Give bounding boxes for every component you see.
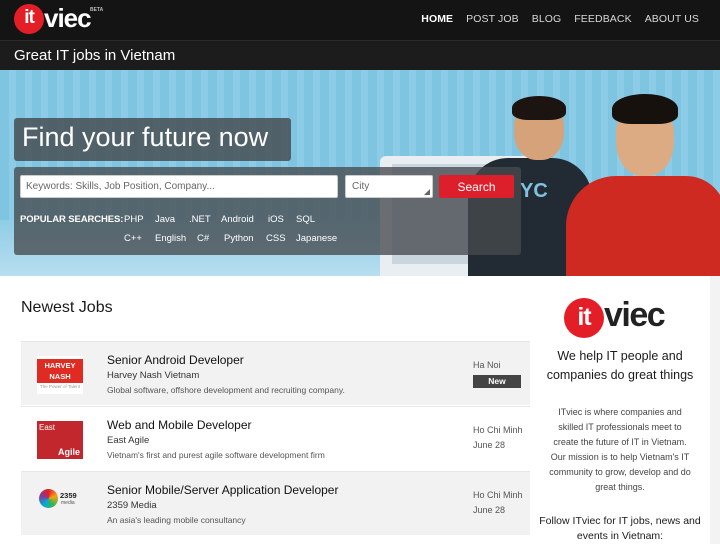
logo-text-line: Agile (57, 447, 80, 457)
company-logo-east-agile: East Agile (37, 421, 83, 459)
harvey-nash-logo-block: HARVEY NASH (37, 359, 83, 383)
job-company: East Agile (107, 435, 150, 446)
logo-it-circle: it (14, 4, 44, 34)
sidebar-follow-text: Follow ITviec for IT jobs, news and even… (539, 515, 701, 542)
tagline-bar: Great IT jobs in Vietnam (0, 40, 720, 70)
popular-searches-label: POPULAR SEARCHES: (20, 214, 124, 225)
job-location: Ho Chi Minh (473, 490, 523, 500)
popular-search-link[interactable]: C++ (124, 233, 142, 244)
job-date: June 28 (473, 440, 506, 450)
dropdown-corner-icon (424, 189, 430, 195)
person-right-shirt (566, 176, 720, 276)
job-row[interactable]: East Agile Web and Mobile Developer East… (21, 406, 530, 470)
logo-subtitle: The Power of Talent (40, 384, 80, 389)
popular-search-link[interactable]: PHP (124, 214, 144, 225)
logo-text-line: East (39, 423, 56, 432)
nav-feedback[interactable]: FEEDBACK (574, 13, 631, 25)
logo-viec-text: viec (604, 296, 666, 334)
shirt-logo: YC (520, 180, 548, 202)
job-description: An asia's leading mobile consultancy (107, 515, 246, 525)
popular-search-link[interactable]: Java (155, 214, 175, 225)
popular-search-link[interactable]: Python (224, 233, 254, 244)
nav-about-us[interactable]: ABOUT US (645, 13, 699, 25)
job-title-link[interactable]: Web and Mobile Developer (107, 418, 252, 432)
company-logo-2359-media: 2359 media (37, 486, 83, 524)
top-navigation-bar: it viec BETA HOME POST JOB BLOG FEEDBACK… (0, 0, 720, 40)
new-badge: New (473, 375, 521, 388)
popular-search-link[interactable]: CSS (266, 233, 286, 244)
job-company: 2359 Media (107, 500, 157, 511)
sidebar-tagline: We help IT people and companies do great… (546, 349, 694, 382)
popular-search-link[interactable]: Japanese (296, 233, 337, 244)
hero-title-box: Find your future now (14, 118, 291, 161)
popular-search-link[interactable]: Android (221, 214, 254, 225)
search-panel: City Search POPULAR SEARCHES: PHP Java .… (14, 167, 521, 255)
popular-search-link[interactable]: iOS (268, 214, 284, 225)
job-row[interactable]: 2359 media Senior Mobile/Server Applicat… (21, 471, 530, 535)
logo-it-circle: it (564, 298, 604, 338)
job-description: Vietnam's first and purest agile softwar… (107, 450, 325, 460)
job-title-link[interactable]: Senior Mobile/Server Application Develop… (107, 483, 338, 497)
hero-title: Find your future now (22, 122, 269, 152)
main-nav: HOME POST JOB BLOG FEEDBACK ABOUT US (421, 13, 699, 25)
city-select-value: City (352, 181, 370, 192)
hero-person-right-image (560, 90, 720, 276)
itviec-logo[interactable]: it viec BETA (14, 3, 103, 36)
job-location: Ha Noi (473, 360, 501, 370)
person-right-hair (612, 94, 678, 124)
popular-search-link[interactable]: .NET (189, 214, 211, 225)
city-select[interactable]: City (345, 175, 433, 198)
job-location: Ho Chi Minh (473, 425, 523, 435)
job-company: Harvey Nash Vietnam (107, 370, 200, 381)
logo-viec-text: viec (44, 3, 92, 33)
job-description: Global software, offshore development an… (107, 385, 345, 395)
page-right-edge (710, 276, 720, 544)
nav-post-job[interactable]: POST JOB (466, 13, 519, 25)
popular-search-link[interactable]: SQL (296, 214, 315, 225)
logo-text-line: NASH (49, 372, 71, 381)
search-button[interactable]: Search (439, 175, 514, 198)
sidebar-itviec-logo: it viec (564, 296, 684, 340)
logo-text-line: media (61, 500, 75, 506)
logo-text-line: 2359 (60, 491, 77, 500)
keywords-search-input[interactable] (20, 175, 338, 198)
job-date: June 28 (473, 505, 506, 515)
nav-blog[interactable]: BLOG (532, 13, 562, 25)
beta-label: BETA (90, 7, 104, 13)
company-logo-harvey-nash: HARVEY NASH The Power of Talent (37, 356, 83, 394)
popular-search-link[interactable]: English (155, 233, 186, 244)
popular-search-link[interactable]: C# (197, 233, 209, 244)
2359-media-circle-icon (39, 489, 58, 508)
logo-text-line: HARVEY (44, 361, 76, 370)
sidebar-description: ITviec is where companies and skilled IT… (549, 407, 691, 492)
nav-home[interactable]: HOME (421, 13, 453, 25)
newest-jobs-heading: Newest Jobs (21, 299, 113, 316)
site-tagline: Great IT jobs in Vietnam (14, 47, 176, 64)
person-left-hair (512, 96, 566, 120)
job-title-link[interactable]: Senior Android Developer (107, 353, 244, 367)
job-row[interactable]: HARVEY NASH The Power of Talent Senior A… (21, 341, 530, 405)
